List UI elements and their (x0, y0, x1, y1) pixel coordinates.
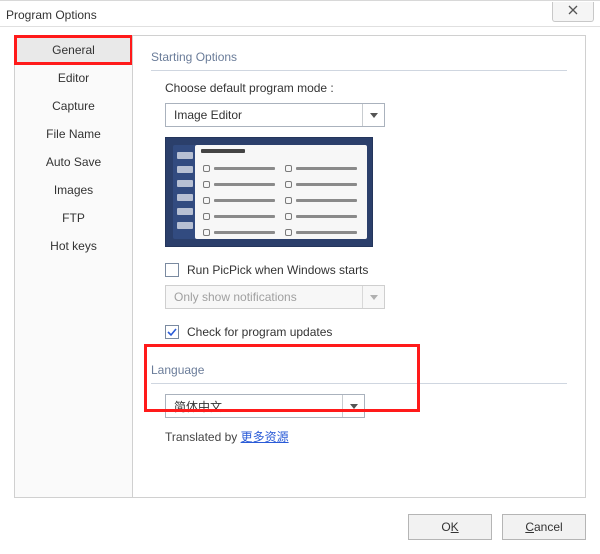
starting-options-heading: Starting Options (151, 50, 567, 71)
default-mode-label: Choose default program mode : (165, 81, 567, 95)
chevron-down-icon (362, 104, 384, 126)
body: General Editor Capture File Name Auto Sa… (14, 35, 586, 498)
window-title: Program Options (6, 6, 552, 22)
mode-preview-thumbnail (165, 137, 373, 247)
run-on-start-checkbox[interactable] (165, 263, 179, 277)
chevron-down-icon (342, 395, 364, 417)
dialog-footer: OK Cancel (408, 514, 586, 540)
program-options-window: Program Options General Editor Capture F… (0, 0, 600, 554)
run-on-start-row: Run PicPick when Windows starts (165, 263, 567, 277)
close-button[interactable] (552, 2, 594, 22)
check-updates-checkbox[interactable] (165, 325, 179, 339)
sidebar-item-label: File Name (46, 127, 101, 141)
sidebar-item-label: Capture (52, 99, 95, 113)
sidebar-item-label: General (52, 43, 95, 57)
sidebar-item-label: Editor (58, 71, 89, 85)
cancel-button[interactable]: Cancel (502, 514, 586, 540)
default-mode-value: Image Editor (166, 108, 362, 122)
language-select[interactable]: 简体中文 (165, 394, 365, 418)
sidebar-item-capture[interactable]: Capture (15, 92, 132, 120)
sidebar-item-label: FTP (62, 211, 85, 225)
close-icon (568, 4, 578, 18)
sidebar-item-label: Images (54, 183, 93, 197)
sidebar-item-hot-keys[interactable]: Hot keys (15, 232, 132, 260)
sidebar: General Editor Capture File Name Auto Sa… (14, 35, 132, 498)
notify-mode-select: Only show notifications (165, 285, 385, 309)
sidebar-item-editor[interactable]: Editor (15, 64, 132, 92)
translated-by-row: Translated by 更多资源 (165, 428, 567, 445)
sidebar-item-ftp[interactable]: FTP (15, 204, 132, 232)
sidebar-item-label: Hot keys (50, 239, 97, 253)
run-on-start-label: Run PicPick when Windows starts (187, 263, 368, 277)
translated-prefix: Translated by (165, 430, 241, 444)
sidebar-item-general[interactable]: General (15, 36, 132, 64)
check-updates-label: Check for program updates (187, 325, 332, 339)
content-panel: Starting Options Choose default program … (132, 35, 586, 498)
language-value: 简体中文 (166, 398, 342, 415)
sidebar-item-file-name[interactable]: File Name (15, 120, 132, 148)
starting-options-body: Choose default program mode : Image Edit… (151, 81, 567, 339)
ok-button[interactable]: OK (408, 514, 492, 540)
default-mode-select[interactable]: Image Editor (165, 103, 385, 127)
sidebar-item-images[interactable]: Images (15, 176, 132, 204)
sidebar-item-label: Auto Save (46, 155, 101, 169)
titlebar: Program Options (0, 1, 600, 27)
translated-link[interactable]: 更多资源 (241, 430, 289, 444)
sidebar-item-auto-save[interactable]: Auto Save (15, 148, 132, 176)
chevron-down-icon (362, 286, 384, 308)
language-heading: Language (151, 363, 567, 384)
check-updates-row: Check for program updates (165, 325, 567, 339)
language-section: Language 简体中文 Translated by 更多资源 (151, 363, 567, 445)
notify-mode-value: Only show notifications (166, 290, 362, 304)
